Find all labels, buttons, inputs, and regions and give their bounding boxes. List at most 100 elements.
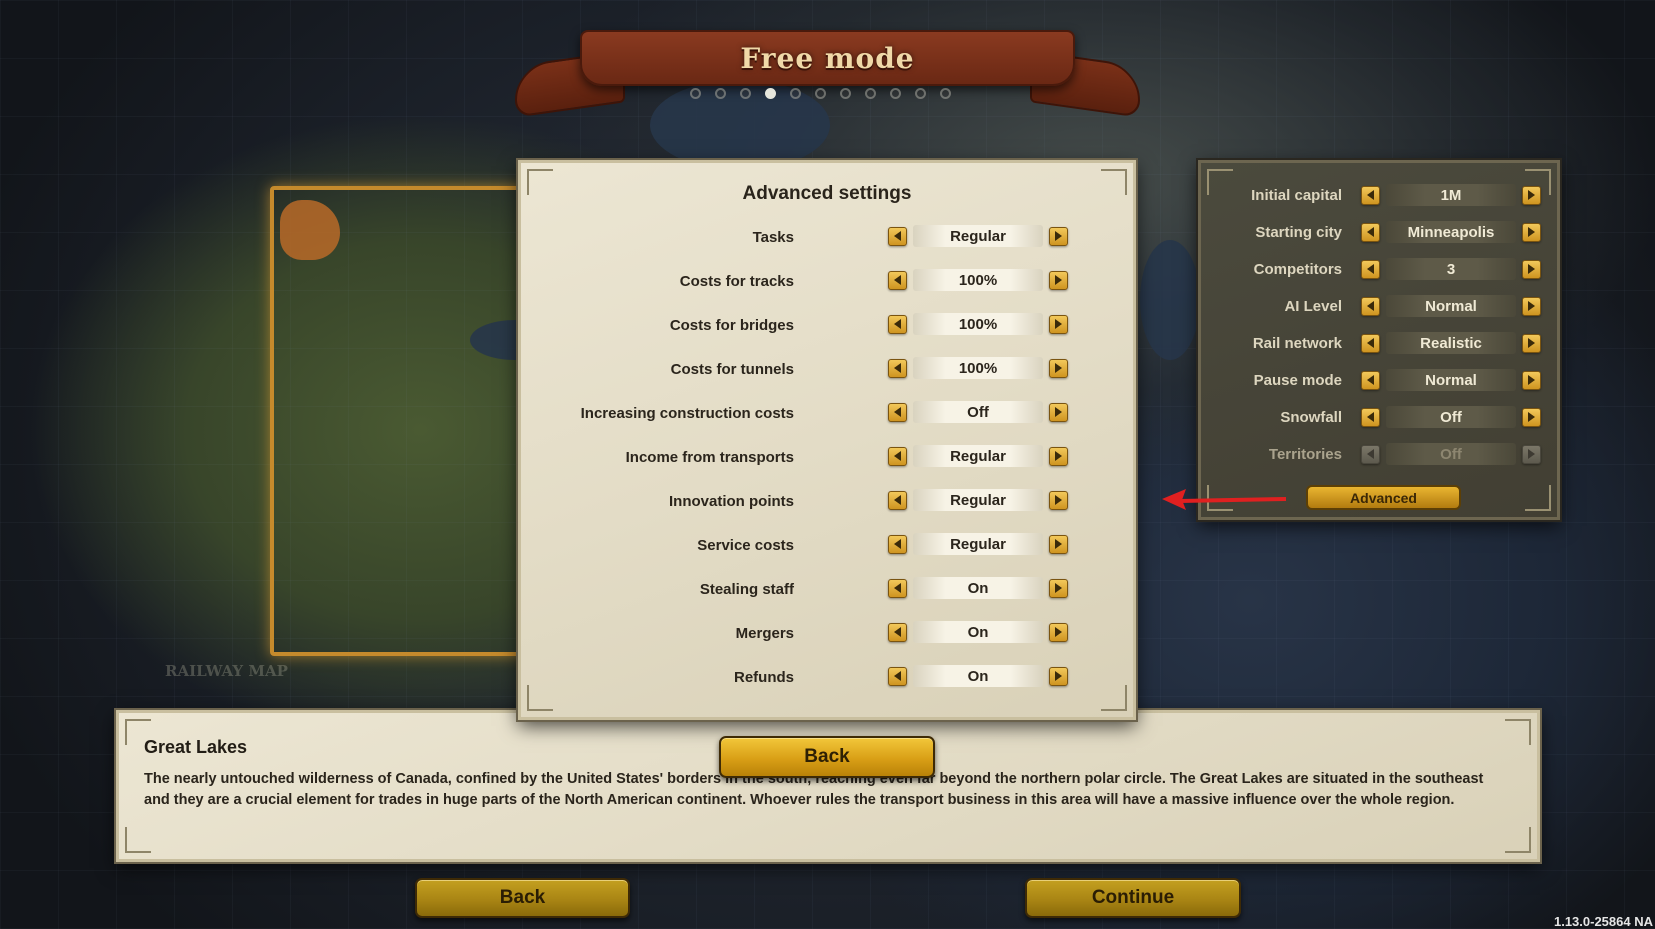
setting-value[interactable]: Regular (913, 445, 1043, 467)
dialog-back-button[interactable]: Back (719, 736, 935, 778)
triangle-left-icon (1367, 190, 1374, 200)
value-selector-refunds: On (888, 665, 1068, 687)
triangle-right-icon (1055, 319, 1062, 329)
triangle-right-icon (1528, 449, 1535, 459)
arrow-right-icon[interactable] (1049, 358, 1068, 378)
arrow-left-icon[interactable] (888, 314, 907, 334)
arrow-right-icon[interactable] (1049, 578, 1068, 598)
setting-value[interactable]: 3 (1386, 258, 1516, 280)
setting-value[interactable]: Off (913, 401, 1043, 423)
arrow-left-icon[interactable] (888, 666, 907, 686)
arrow-right-icon[interactable] (1049, 402, 1068, 422)
arrow-left-icon[interactable] (888, 446, 907, 466)
page-dot[interactable] (765, 88, 776, 99)
setting-label: Competitors (1253, 261, 1342, 278)
arrow-left-icon[interactable] (1361, 222, 1380, 242)
arrow-right-icon[interactable] (1522, 296, 1541, 316)
page-dot[interactable] (915, 88, 926, 99)
advanced-settings-list: Tasks Regular Costs for tracks 100% Costs fo… (521, 217, 1133, 701)
arrow-right-icon[interactable] (1522, 370, 1541, 390)
version-label: 1.13.0-25864 NA (1553, 914, 1653, 929)
arrow-left-icon (1361, 444, 1380, 464)
game-settings-panel: Initial capital 1M Starting city Minneapoli… (1198, 160, 1560, 520)
arrow-left-icon[interactable] (888, 622, 907, 642)
page-dot[interactable] (940, 88, 951, 99)
advanced-button[interactable]: Advanced (1306, 485, 1461, 510)
triangle-right-icon (1055, 539, 1062, 549)
arrow-right-icon[interactable] (1522, 185, 1541, 205)
arrow-left-icon[interactable] (888, 534, 907, 554)
arrow-left-icon[interactable] (1361, 185, 1380, 205)
region-title: Great Lakes (144, 737, 248, 757)
setting-value[interactable]: Minneapolis (1386, 221, 1516, 243)
arrow-right-icon[interactable] (1522, 407, 1541, 427)
arrow-left-icon[interactable] (1361, 296, 1380, 316)
arrow-right-icon[interactable] (1049, 314, 1068, 334)
setting-row-innovation-points: Innovation points Regular (521, 481, 1133, 525)
setting-value[interactable]: 100% (913, 269, 1043, 291)
setting-value: Off (1386, 443, 1516, 465)
arrow-right-icon[interactable] (1522, 222, 1541, 242)
arrow-left-icon[interactable] (1361, 407, 1380, 427)
setting-value[interactable]: 100% (913, 313, 1043, 335)
triangle-left-icon (894, 275, 901, 285)
value-selector-mergers: On (888, 621, 1068, 643)
arrow-left-icon[interactable] (888, 226, 907, 246)
triangle-left-icon (1367, 338, 1374, 348)
page-dot[interactable] (865, 88, 876, 99)
arrow-left-icon[interactable] (888, 402, 907, 422)
region-description-panel: Great Lakes The nearly untouched wildern… (116, 710, 1540, 862)
corner-ornament (1505, 827, 1531, 853)
back-button[interactable]: Back (415, 878, 630, 918)
value-selector-increasing-construction-costs: Off (888, 401, 1068, 423)
page-dot[interactable] (815, 88, 826, 99)
setting-label: Pause mode (1253, 372, 1342, 389)
setting-value[interactable]: Normal (1386, 369, 1516, 391)
page-dot[interactable] (790, 88, 801, 99)
setting-value[interactable]: Off (1386, 406, 1516, 428)
arrow-left-icon[interactable] (888, 578, 907, 598)
arrow-right-icon[interactable] (1049, 490, 1068, 510)
setting-value[interactable]: Realistic (1386, 332, 1516, 354)
setting-value[interactable]: Regular (913, 533, 1043, 555)
setting-value[interactable]: On (913, 621, 1043, 643)
setting-value[interactable]: On (913, 665, 1043, 687)
arrow-left-icon[interactable] (1361, 333, 1380, 353)
page-dot[interactable] (740, 88, 751, 99)
continue-button[interactable]: Continue (1025, 878, 1241, 918)
arrow-right-icon[interactable] (1049, 270, 1068, 290)
setting-value[interactable]: Regular (913, 489, 1043, 511)
arrow-left-icon[interactable] (888, 490, 907, 510)
triangle-right-icon (1528, 338, 1535, 348)
setting-value[interactable]: On (913, 577, 1043, 599)
setting-label: Stealing staff (699, 581, 794, 598)
setting-value[interactable]: Normal (1386, 295, 1516, 317)
setting-label: Tasks (752, 229, 794, 246)
title-banner: Free mode (580, 30, 1075, 86)
red-pointer-arrow-icon (1162, 489, 1287, 510)
page-dot[interactable] (840, 88, 851, 99)
page-dot[interactable] (715, 88, 726, 99)
arrow-right-icon[interactable] (1522, 259, 1541, 279)
value-selector-costs-for-bridges: 100% (888, 313, 1068, 335)
arrow-right-icon[interactable] (1522, 333, 1541, 353)
arrow-right-icon[interactable] (1049, 226, 1068, 246)
arrow-right-icon[interactable] (1049, 446, 1068, 466)
setting-value[interactable]: Regular (913, 225, 1043, 247)
arrow-right-icon[interactable] (1049, 534, 1068, 554)
value-selector-competitors: 3 (1361, 258, 1541, 280)
setting-label: Costs for tracks (679, 273, 794, 290)
corner-ornament (1505, 719, 1531, 745)
page-dot[interactable] (890, 88, 901, 99)
setting-value[interactable]: 100% (913, 357, 1043, 379)
arrow-left-icon[interactable] (888, 358, 907, 378)
setting-row-pause-mode: Pause mode Normal (1201, 362, 1557, 399)
arrow-right-icon[interactable] (1049, 622, 1068, 642)
arrow-left-icon[interactable] (888, 270, 907, 290)
setting-value[interactable]: 1M (1386, 184, 1516, 206)
arrow-right-icon[interactable] (1049, 666, 1068, 686)
triangle-left-icon (894, 627, 901, 637)
arrow-left-icon[interactable] (1361, 259, 1380, 279)
page-dot[interactable] (690, 88, 701, 99)
arrow-left-icon[interactable] (1361, 370, 1380, 390)
